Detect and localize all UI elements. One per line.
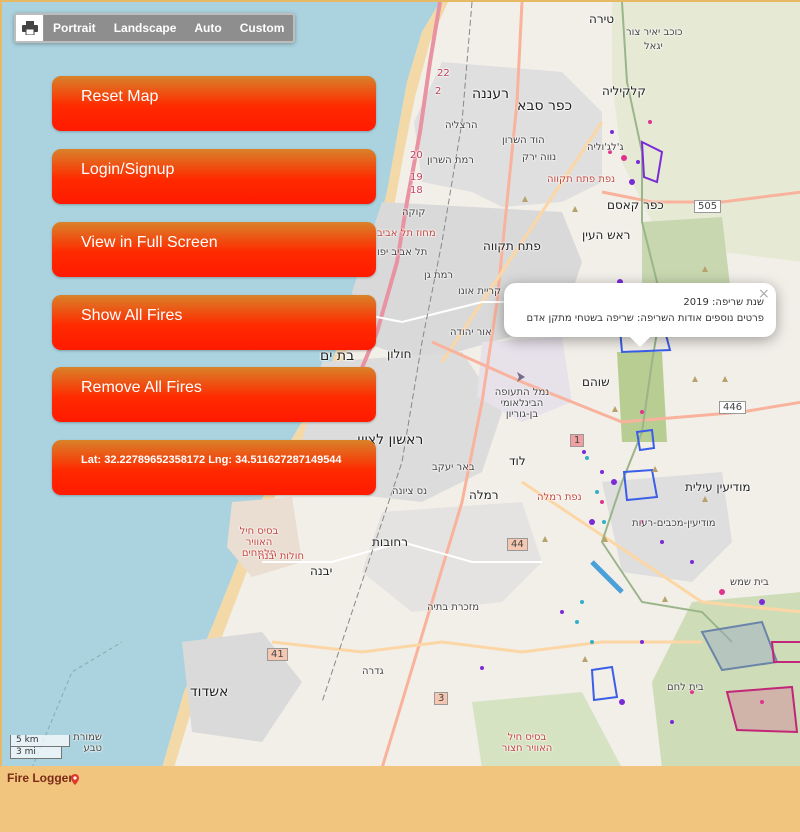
place-label: כוכב יאיר צור <box>626 27 683 38</box>
place-label: יגאל <box>644 41 663 52</box>
place-label: פתח תקווה <box>483 239 541 253</box>
place-label: נווה ירק <box>522 152 557 163</box>
scale-km: 5 km <box>10 735 70 747</box>
place-label: מודיעין-מכבים-רעות <box>632 518 716 529</box>
road-shield: 20 <box>410 150 423 161</box>
reset-map-button[interactable]: Reset Map <box>52 76 376 131</box>
popup-fire-details: פרטים נוספים אודות השריפה: שריפה בשטחי מ… <box>526 313 764 324</box>
place-label: קוקה <box>402 207 426 218</box>
place-label: אשדוד <box>190 684 229 700</box>
road-shield: 2 <box>435 86 442 97</box>
place-label: נפת פתח תקווה <box>547 174 616 185</box>
fire-popup: × שנת שריפה: 2019 פרטים נוספים אודות השר… <box>504 283 776 347</box>
app-brand: Fire Logger <box>7 771 74 785</box>
place-label: גדרה <box>362 666 384 677</box>
coordinates-text: Lat: 32.22789652358172 Lng: 34.511627287… <box>81 454 342 466</box>
place-label: מודיעין עילית <box>685 480 751 494</box>
full-screen-button[interactable]: View in Full Screen <box>52 222 376 277</box>
remove-all-fires-button[interactable]: Remove All Fires <box>52 367 376 422</box>
place-label: בת ים <box>320 348 355 364</box>
road-shield: 18 <box>410 185 423 196</box>
login-signup-button[interactable]: Login/Signup <box>52 149 376 204</box>
place-label: ג'לג'וליה <box>587 142 624 153</box>
place-label: שוהם <box>582 375 610 389</box>
print-control: Portrait Landscape Auto Custom <box>14 13 296 43</box>
place-label: טירה <box>589 12 615 26</box>
place-label: רמלה <box>469 488 499 502</box>
place-label: חולות יבנה <box>258 551 304 562</box>
place-label: לוד <box>509 454 526 468</box>
printer-icon[interactable] <box>16 15 44 41</box>
place-label: בסיס חיל האוויר חצור <box>501 732 553 754</box>
place-label: רמת גן <box>424 270 454 281</box>
place-label: באר יעקב <box>432 462 475 473</box>
road-shield: 505 <box>694 200 722 213</box>
reset-map-label: Reset Map <box>81 88 159 105</box>
road-shield: 22 <box>437 68 450 79</box>
scale-mi: 3 mi <box>10 747 62 759</box>
print-auto-option[interactable]: Auto <box>185 15 230 41</box>
place-label: נפת רמלה <box>537 492 582 503</box>
print-landscape-option[interactable]: Landscape <box>105 15 186 41</box>
place-label: כפר קאסם <box>607 198 664 212</box>
place-label: תל אביב יפו <box>377 247 428 258</box>
place-label: רעננה <box>472 86 510 102</box>
place-label: בית שמש <box>730 577 769 588</box>
coordinates-display: Lat: 32.22789652358172 Lng: 34.511627287… <box>52 440 376 495</box>
road-shield: 446 <box>719 401 747 414</box>
place-label: הוד השרון <box>502 135 545 146</box>
full-screen-label: View in Full Screen <box>81 234 218 251</box>
road-shield: 1 <box>570 434 585 447</box>
place-label: כפר סבא <box>517 98 573 114</box>
footer: Fire Logger <box>0 766 800 832</box>
place-label: בית לחם <box>667 682 704 693</box>
place-label: מחוז תל אביב <box>377 228 436 239</box>
place-label: מזכרת בתיה <box>427 602 480 613</box>
road-shield: 3 <box>434 692 449 705</box>
popup-tip <box>630 337 650 347</box>
place-label: יבנה <box>310 564 333 578</box>
place-label: נס ציונה <box>392 486 428 497</box>
place-label: רמת השרון <box>427 155 474 166</box>
popup-fire-year: שנת שריפה: 2019 <box>683 297 764 308</box>
place-label: חולון <box>387 347 412 361</box>
show-all-fires-label: Show All Fires <box>81 307 183 324</box>
print-custom-option[interactable]: Custom <box>231 15 294 41</box>
remove-all-fires-label: Remove All Fires <box>81 379 202 396</box>
place-label: קלקיליה <box>602 84 646 98</box>
place-label: ראש העין <box>582 228 631 242</box>
show-all-fires-button[interactable]: Show All Fires <box>52 295 376 350</box>
place-label: נמל התעופה הבינלאומי בן-גוריון <box>494 387 550 420</box>
map-pin-icon <box>71 772 79 790</box>
road-shield: 19 <box>410 172 423 183</box>
place-label: אור יהודה <box>450 327 492 338</box>
road-shield: 41 <box>267 648 288 661</box>
road-shield: 44 <box>507 538 528 551</box>
print-portrait-option[interactable]: Portrait <box>44 15 105 41</box>
place-label: קריית אונו <box>458 286 502 297</box>
map-scale: 5 km 3 mi <box>10 735 70 759</box>
place-label: הרצליה <box>445 120 478 131</box>
login-signup-label: Login/Signup <box>81 161 175 178</box>
map[interactable]: טירה כוכב יאיר צור יגאל רעננה כפר סבא קל… <box>0 0 800 766</box>
place-label: שמורת טבע <box>73 732 102 754</box>
place-label: רחובות <box>372 535 408 549</box>
